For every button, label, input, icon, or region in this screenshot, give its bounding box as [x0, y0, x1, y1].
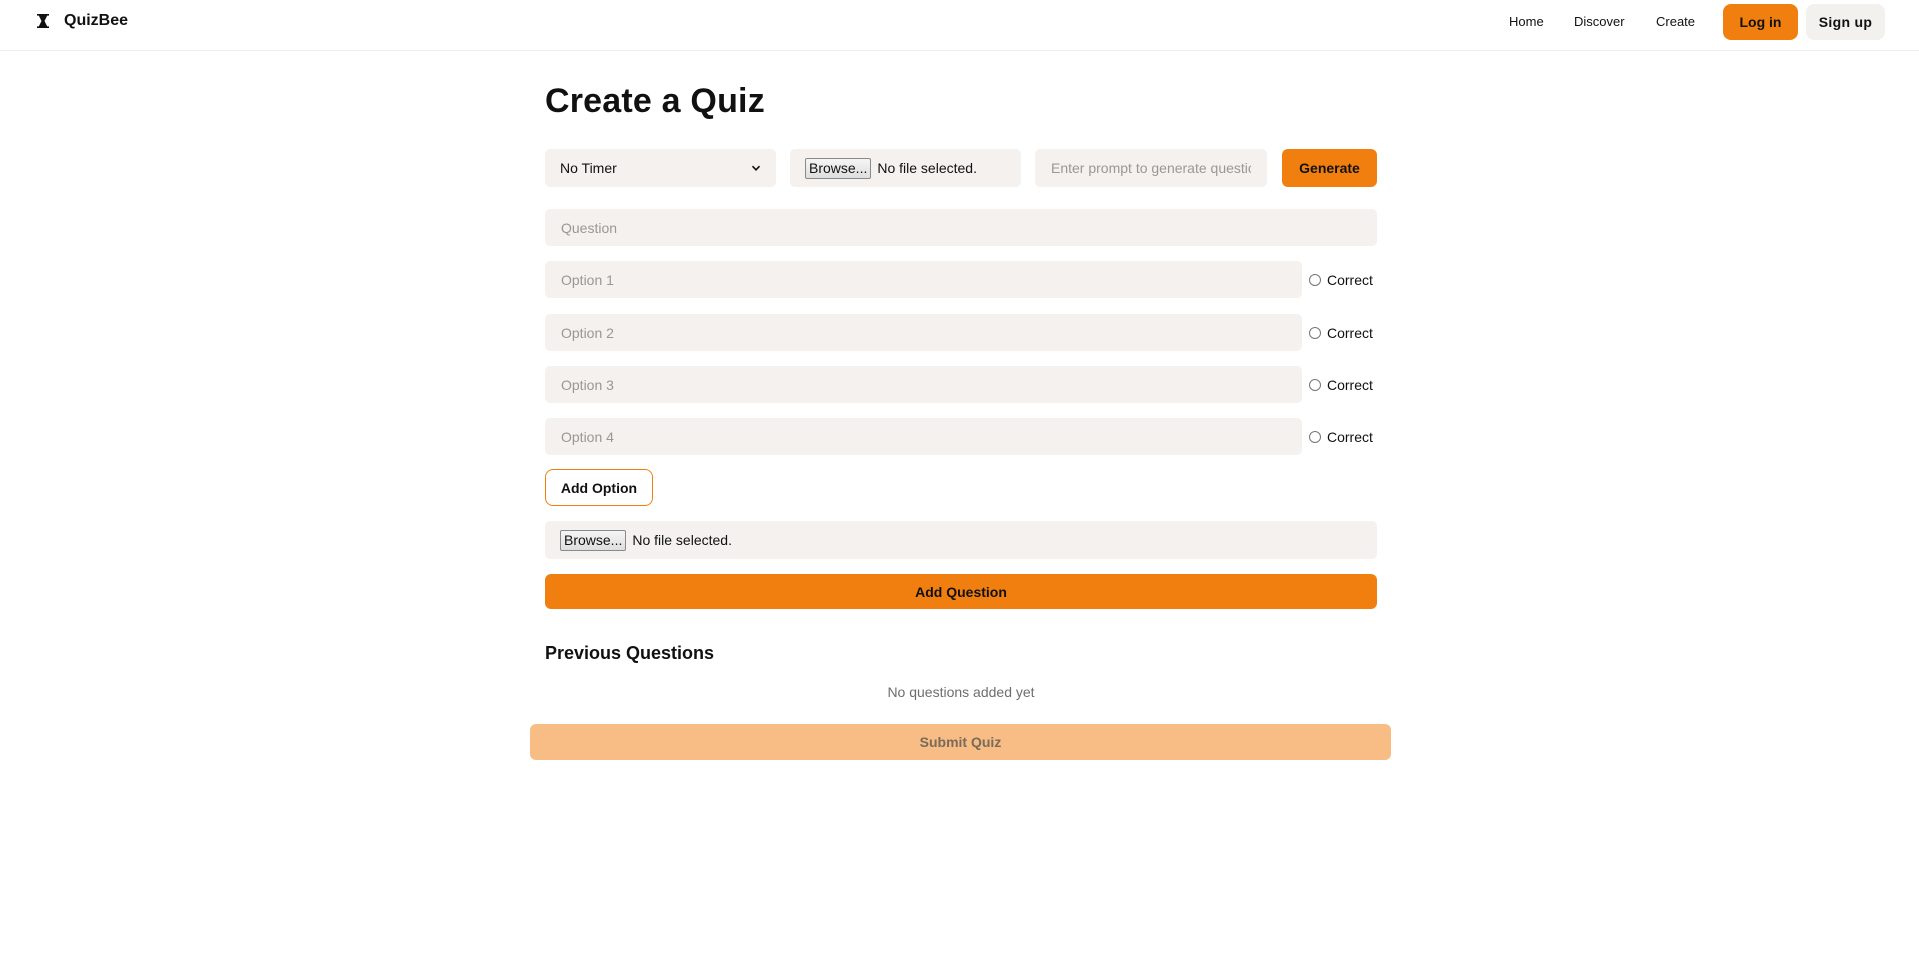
- page-title: Create a Quiz: [545, 82, 765, 120]
- question-file-input[interactable]: Browse... No file selected.: [545, 521, 1377, 559]
- add-option-button[interactable]: Add Option: [545, 469, 653, 506]
- correct-label: Correct: [1327, 376, 1373, 393]
- correct-radio[interactable]: [1309, 273, 1321, 286]
- signup-button[interactable]: Sign up: [1806, 4, 1885, 40]
- timer-select-value: No Timer: [560, 160, 617, 176]
- timer-select[interactable]: No Timer: [545, 149, 776, 187]
- nav-home-link[interactable]: Home: [1509, 14, 1544, 29]
- add-question-button[interactable]: Add Question: [545, 574, 1377, 609]
- option-input[interactable]: [545, 314, 1302, 351]
- question-file-browse-button[interactable]: Browse...: [560, 529, 627, 551]
- correct-label: Correct: [1327, 428, 1373, 445]
- hourglass-icon: [37, 14, 49, 28]
- login-button[interactable]: Log in: [1723, 4, 1798, 40]
- brand[interactable]: QuizBee: [35, 12, 128, 30]
- submit-quiz-button[interactable]: Submit Quiz: [530, 724, 1391, 760]
- question-input[interactable]: [545, 209, 1377, 246]
- prompt-input[interactable]: [1035, 149, 1267, 187]
- nav-create-link[interactable]: Create: [1656, 14, 1695, 29]
- correct-label: Correct: [1327, 271, 1373, 288]
- option-input[interactable]: [545, 366, 1302, 403]
- question-file-status: No file selected.: [632, 532, 732, 548]
- correct-radio[interactable]: [1309, 326, 1321, 339]
- option-row: Correct: [545, 366, 1377, 403]
- correct-radio[interactable]: [1309, 378, 1321, 391]
- top-navbar: QuizBee Home Discover Create Log in Sign…: [0, 0, 1919, 51]
- quiz-file-input[interactable]: Browse... No file selected.: [790, 149, 1021, 187]
- correct-radio[interactable]: [1309, 430, 1321, 443]
- option-input[interactable]: [545, 418, 1302, 455]
- chevron-down-icon: [751, 165, 761, 171]
- option-row: Correct: [545, 314, 1377, 351]
- quiz-file-browse-button[interactable]: Browse...: [805, 157, 872, 179]
- correct-label: Correct: [1327, 324, 1373, 341]
- generate-button[interactable]: Generate: [1282, 149, 1377, 187]
- nav-discover-link[interactable]: Discover: [1574, 14, 1625, 29]
- correct-radio-label[interactable]: Correct: [1309, 366, 1373, 403]
- correct-radio-label[interactable]: Correct: [1309, 261, 1373, 298]
- quiz-file-status: No file selected.: [877, 160, 977, 176]
- option-row: Correct: [545, 261, 1377, 298]
- option-input[interactable]: [545, 261, 1302, 298]
- correct-radio-label[interactable]: Correct: [1309, 418, 1373, 455]
- empty-questions-text: No questions added yet: [887, 684, 1035, 700]
- option-row: Correct: [545, 418, 1377, 455]
- correct-radio-label[interactable]: Correct: [1309, 314, 1373, 351]
- brand-name: QuizBee: [64, 12, 129, 29]
- previous-questions-title: Previous Questions: [545, 643, 715, 663]
